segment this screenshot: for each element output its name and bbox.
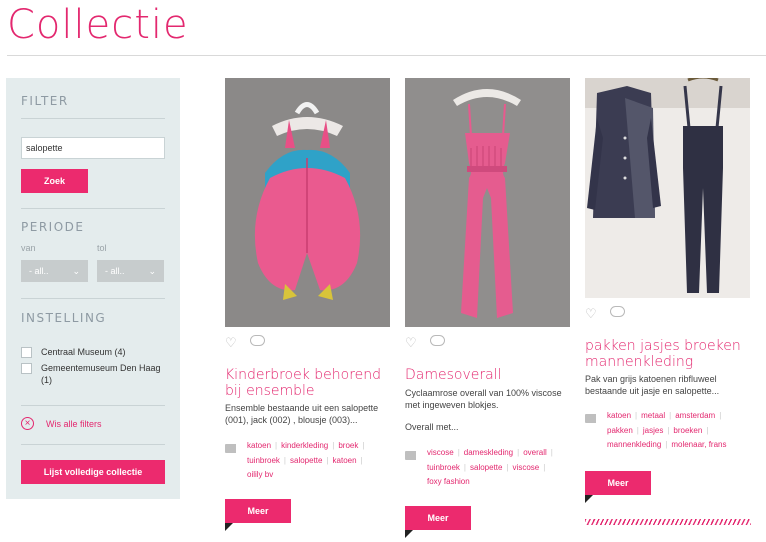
tag-icon	[405, 451, 416, 460]
card-description: Cyclaamrose overall van 100% viscose met…	[405, 388, 562, 410]
tag[interactable]: amsterdam	[675, 409, 715, 424]
tag[interactable]: viscose	[513, 461, 540, 476]
checkbox[interactable]	[21, 347, 32, 358]
institution-heading: INSTELLING	[21, 311, 107, 325]
divider	[21, 298, 165, 299]
overall-image	[405, 78, 570, 327]
card-actions: ♡	[585, 306, 635, 322]
tag[interactable]: mannenkleding	[607, 438, 661, 453]
title-divider	[7, 55, 766, 56]
clear-filters-label: Wis alle filters	[46, 419, 102, 429]
period-from-value: - all..	[29, 266, 49, 276]
tag[interactable]: overall	[523, 446, 547, 461]
heart-icon[interactable]: ♡	[405, 335, 417, 351]
tag[interactable]: salopette	[290, 454, 322, 469]
tag[interactable]: katoen	[333, 454, 357, 469]
comment-icon[interactable]	[250, 335, 265, 346]
search-button[interactable]: Zoek	[21, 169, 88, 193]
card-actions: ♡	[405, 335, 455, 351]
filter-heading: FILTER	[21, 94, 69, 108]
tag[interactable]: tuinbroek	[427, 461, 460, 476]
suit-image	[585, 78, 750, 298]
loading-stripe	[585, 519, 751, 525]
more-button[interactable]: Meer	[405, 506, 471, 530]
comment-icon[interactable]	[430, 335, 445, 346]
institution-label: Gemeentemuseum Den Haag (1)	[41, 363, 161, 385]
tag[interactable]: katoen	[607, 409, 631, 424]
tag[interactable]: viscose	[427, 446, 454, 461]
item-photo[interactable]	[405, 78, 570, 327]
chevron-down-icon: ⌄	[72, 266, 80, 276]
tag[interactable]: molenaar, frans	[671, 438, 726, 453]
tag[interactable]: foxy fashion	[427, 475, 470, 490]
period-from-select[interactable]: - all.. ⌄	[21, 260, 88, 282]
tag-list: viscose | dameskleding | overall | tuinbroek | s…	[427, 446, 572, 490]
card-description: Pak van grijs katoenen ribfluweel bestaa…	[585, 374, 720, 396]
item-photo[interactable]	[585, 78, 750, 298]
institution-option[interactable]: Gemeentemuseum Den Haag (1)	[21, 362, 171, 388]
card-description-continued: Overall met...	[405, 422, 459, 432]
tag[interactable]: salopette	[470, 461, 502, 476]
tag[interactable]: broek	[338, 439, 358, 454]
card-actions: ♡	[225, 335, 275, 351]
tag[interactable]: jasjes	[643, 424, 663, 439]
button-corner	[405, 530, 413, 538]
divider	[21, 208, 165, 209]
chevron-down-icon: ⌄	[148, 266, 156, 276]
more-button[interactable]: Meer	[585, 471, 651, 495]
tag-icon	[225, 444, 236, 453]
tag-list: katoen | kinderkleding | broek | tuinbroek | sal…	[247, 439, 387, 483]
to-label: tol	[97, 243, 107, 253]
institution-label: Centraal Museum (4)	[41, 347, 126, 357]
search-input[interactable]	[21, 137, 165, 159]
card-title[interactable]: pakken jasjes broeken mannenkleding	[585, 338, 751, 370]
more-button[interactable]: Meer	[225, 499, 291, 523]
heart-icon[interactable]: ♡	[585, 306, 597, 322]
card-title[interactable]: Damesoverall	[405, 367, 571, 383]
divider	[21, 118, 165, 119]
divider	[21, 405, 165, 406]
button-corner	[225, 523, 233, 531]
tag[interactable]: broeken	[673, 424, 702, 439]
filter-sidebar: FILTER Zoek PERIODE van tol - all.. ⌄ - …	[6, 78, 180, 499]
period-heading: PERIODE	[21, 220, 85, 234]
from-label: van	[21, 243, 36, 253]
tag[interactable]: metaal	[641, 409, 665, 424]
institution-option[interactable]: Centraal Museum (4)	[21, 346, 171, 360]
tag-icon	[585, 414, 596, 423]
tag[interactable]: kinderkleding	[281, 439, 328, 454]
page-title: Collectie	[7, 2, 189, 48]
tag[interactable]: pakken	[607, 424, 633, 439]
full-collection-button[interactable]: Lijst volledige collectie	[21, 460, 165, 484]
tag[interactable]: oilily bv	[247, 468, 273, 483]
divider	[21, 444, 165, 445]
tag-list: katoen | metaal | amsterdam | pakken | jasjes | br…	[607, 409, 752, 453]
period-to-value: - all..	[105, 266, 125, 276]
tag[interactable]: dameskleding	[464, 446, 513, 461]
close-icon: ×	[21, 417, 34, 430]
comment-icon[interactable]	[610, 306, 625, 317]
romper-image	[225, 78, 390, 327]
item-photo[interactable]	[225, 78, 390, 327]
card-title[interactable]: Kinderbroek behorend bij ensemble	[225, 367, 391, 399]
tag[interactable]: katoen	[247, 439, 271, 454]
button-corner	[585, 495, 593, 503]
checkbox[interactable]	[21, 363, 32, 374]
period-to-select[interactable]: - all.. ⌄	[97, 260, 164, 282]
card-description: Ensemble bestaande uit een salopette (00…	[225, 403, 379, 425]
tag[interactable]: tuinbroek	[247, 454, 280, 469]
heart-icon[interactable]: ♡	[225, 335, 237, 351]
